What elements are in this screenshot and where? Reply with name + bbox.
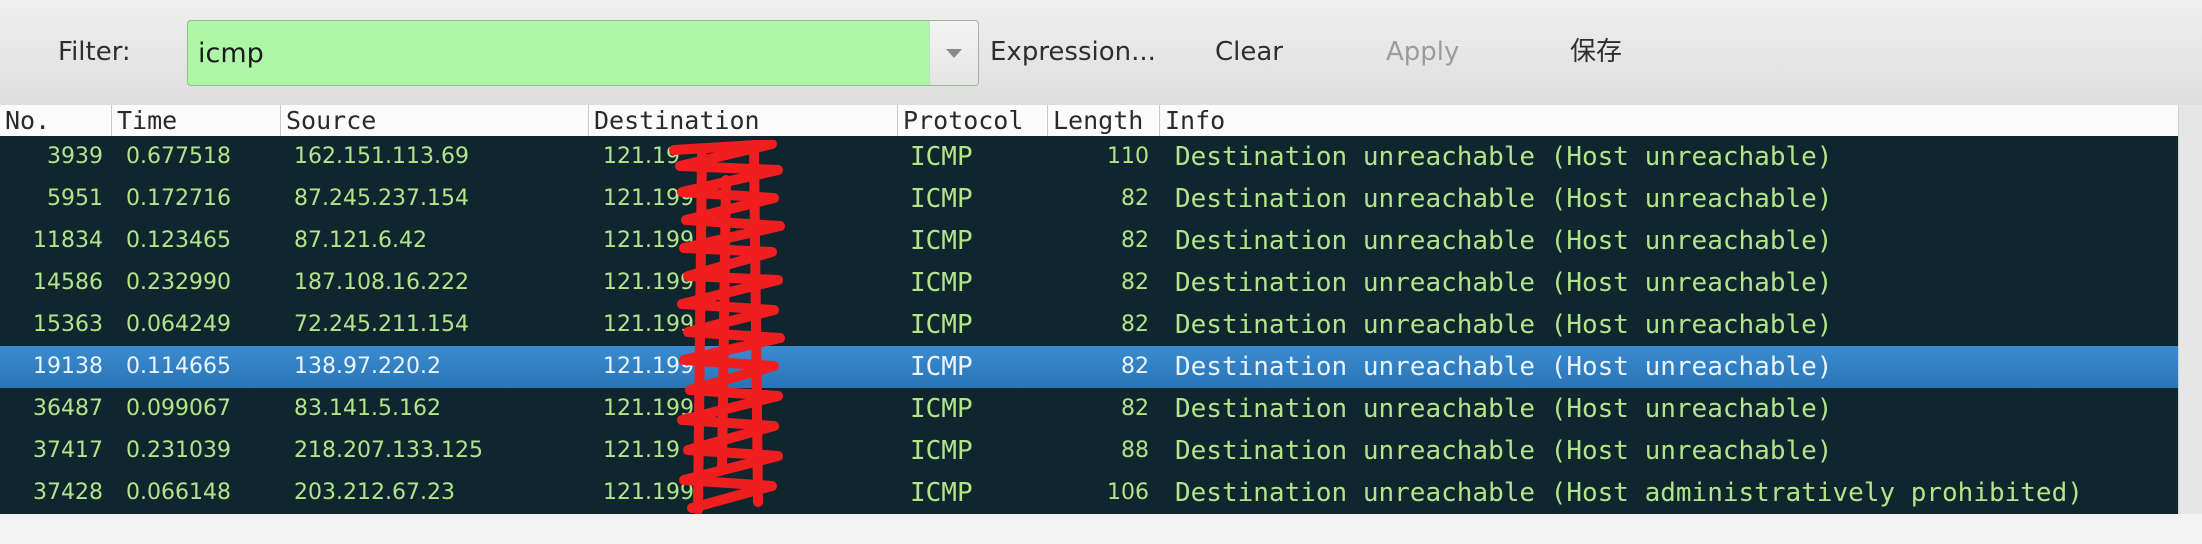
- cell-length: 82: [1121, 228, 1149, 253]
- cell-protocol: ICMP: [910, 184, 973, 214]
- cell-protocol: ICMP: [910, 268, 973, 298]
- cell-time: 0.064249: [126, 312, 231, 337]
- cell-source: 72.245.211.154: [294, 312, 469, 337]
- packet-row[interactable]: 5951 0.172716 87.245.237.154 121.199 ICMP 82 D…: [0, 178, 2178, 220]
- cell-destination: 121.19: [603, 438, 680, 463]
- cell-destination: 121.199.: [603, 354, 701, 379]
- column-header-destination[interactable]: Destination: [589, 105, 898, 136]
- cell-no: 11834: [33, 228, 103, 253]
- cell-source: 83.141.5.162: [294, 396, 441, 421]
- column-header-info[interactable]: Info: [1160, 105, 2178, 136]
- packet-row-selected[interactable]: 19138 0.114665 138.97.220.2 121.199. ICMP 82 D…: [0, 346, 2178, 388]
- packet-list-header: No. Time Source Destination Protocol Len…: [0, 105, 2178, 137]
- cell-protocol: ICMP: [910, 394, 973, 424]
- cell-length: 106: [1107, 480, 1149, 505]
- packet-row[interactable]: 11834 0.123465 87.121.6.42 121.199 ICMP 82 Des…: [0, 220, 2178, 262]
- cell-info: Destination unreachable (Host unreachabl…: [1175, 352, 1833, 382]
- cell-no: 36487: [33, 396, 103, 421]
- cell-source: 138.97.220.2: [294, 354, 441, 379]
- column-header-source[interactable]: Source: [281, 105, 589, 136]
- save-button[interactable]: 保存: [1570, 0, 1622, 105]
- cell-info: Destination unreachable (Host unreachabl…: [1175, 436, 1833, 466]
- cell-info: Destination unreachable (Host unreachabl…: [1175, 268, 1833, 298]
- cell-time: 0.677518: [126, 144, 231, 169]
- cell-source: 87.121.6.42: [294, 228, 427, 253]
- expression-button[interactable]: Expression...: [990, 0, 1156, 105]
- cell-time: 0.123465: [126, 228, 231, 253]
- cell-no: 37428: [33, 480, 103, 505]
- packet-list: 3939 0.677518 162.151.113.69 121.19 ICMP 110 D…: [0, 136, 2178, 514]
- packet-row[interactable]: 3939 0.677518 162.151.113.69 121.19 ICMP 110 D…: [0, 136, 2178, 178]
- cell-info: Destination unreachable (Host administra…: [1175, 478, 2083, 508]
- filter-history-dropdown[interactable]: [929, 21, 978, 85]
- cell-destination: 121.199: [603, 270, 694, 295]
- column-header-no[interactable]: No.: [0, 105, 112, 136]
- packet-row[interactable]: 36487 0.099067 83.141.5.162 121.199 ICMP 82 De…: [0, 388, 2178, 430]
- cell-protocol: ICMP: [910, 142, 973, 172]
- cell-destination: 121.199: [603, 396, 694, 421]
- cell-protocol: ICMP: [910, 436, 973, 466]
- cell-destination: 121.199: [603, 186, 694, 211]
- cell-destination: 121.199: [603, 228, 694, 253]
- cell-length: 88: [1121, 438, 1149, 463]
- cell-length: 82: [1121, 312, 1149, 337]
- column-header-time[interactable]: Time: [112, 105, 281, 136]
- cell-time: 0.066148: [126, 480, 231, 505]
- cell-length: 110: [1107, 144, 1149, 169]
- packet-list-footer: [0, 514, 2202, 544]
- cell-no: 19138: [33, 354, 103, 379]
- cell-length: 82: [1121, 396, 1149, 421]
- cell-destination: 121.19: [603, 144, 680, 169]
- chevron-down-icon: [946, 49, 962, 58]
- cell-source: 218.207.133.125: [294, 438, 483, 463]
- column-header-length[interactable]: Length: [1048, 105, 1160, 136]
- cell-time: 0.232990: [126, 270, 231, 295]
- cell-no: 15363: [33, 312, 103, 337]
- column-header-protocol[interactable]: Protocol: [898, 105, 1048, 136]
- filter-input[interactable]: [188, 21, 930, 85]
- cell-destination: 121.199: [603, 312, 694, 337]
- cell-length: 82: [1121, 354, 1149, 379]
- cell-length: 82: [1121, 186, 1149, 211]
- cell-no: 14586: [33, 270, 103, 295]
- cell-destination: 121.199: [603, 480, 694, 505]
- vertical-scrollbar[interactable]: [2178, 105, 2202, 514]
- cell-source: 162.151.113.69: [294, 144, 469, 169]
- cell-protocol: ICMP: [910, 226, 973, 256]
- cell-time: 0.231039: [126, 438, 231, 463]
- packet-row[interactable]: 14586 0.232990 187.108.16.222 121.199 ICMP 82…: [0, 262, 2178, 304]
- filter-label: Filter:: [58, 37, 131, 67]
- cell-info: Destination unreachable (Host unreachabl…: [1175, 394, 1833, 424]
- cell-time: 0.099067: [126, 396, 231, 421]
- cell-no: 5951: [47, 186, 103, 211]
- cell-length: 82: [1121, 270, 1149, 295]
- cell-protocol: ICMP: [910, 310, 973, 340]
- cell-source: 203.212.67.23: [294, 480, 455, 505]
- apply-button[interactable]: Apply: [1386, 0, 1459, 105]
- cell-info: Destination unreachable (Host unreachabl…: [1175, 310, 1833, 340]
- packet-row[interactable]: 37428 0.066148 203.212.67.23 121.199 ICMP 106…: [0, 472, 2178, 514]
- packet-row[interactable]: 37417 0.231039 218.207.133.125 121.19 ICMP 88…: [0, 430, 2178, 472]
- cell-source: 87.245.237.154: [294, 186, 469, 211]
- filter-box[interactable]: [187, 20, 979, 86]
- filter-toolbar: Filter: Expression... Clear Apply 保存: [0, 0, 2202, 106]
- clear-button[interactable]: Clear: [1215, 0, 1283, 105]
- cell-info: Destination unreachable (Host unreachabl…: [1175, 142, 1833, 172]
- cell-protocol: ICMP: [910, 478, 973, 508]
- cell-time: 0.172716: [126, 186, 231, 211]
- packet-row[interactable]: 15363 0.064249 72.245.211.154 121.199 ICMP 82…: [0, 304, 2178, 346]
- cell-no: 37417: [33, 438, 103, 463]
- cell-time: 0.114665: [126, 354, 231, 379]
- cell-info: Destination unreachable (Host unreachabl…: [1175, 184, 1833, 214]
- cell-protocol: ICMP: [910, 352, 973, 382]
- cell-source: 187.108.16.222: [294, 270, 469, 295]
- cell-info: Destination unreachable (Host unreachabl…: [1175, 226, 1833, 256]
- cell-no: 3939: [47, 144, 103, 169]
